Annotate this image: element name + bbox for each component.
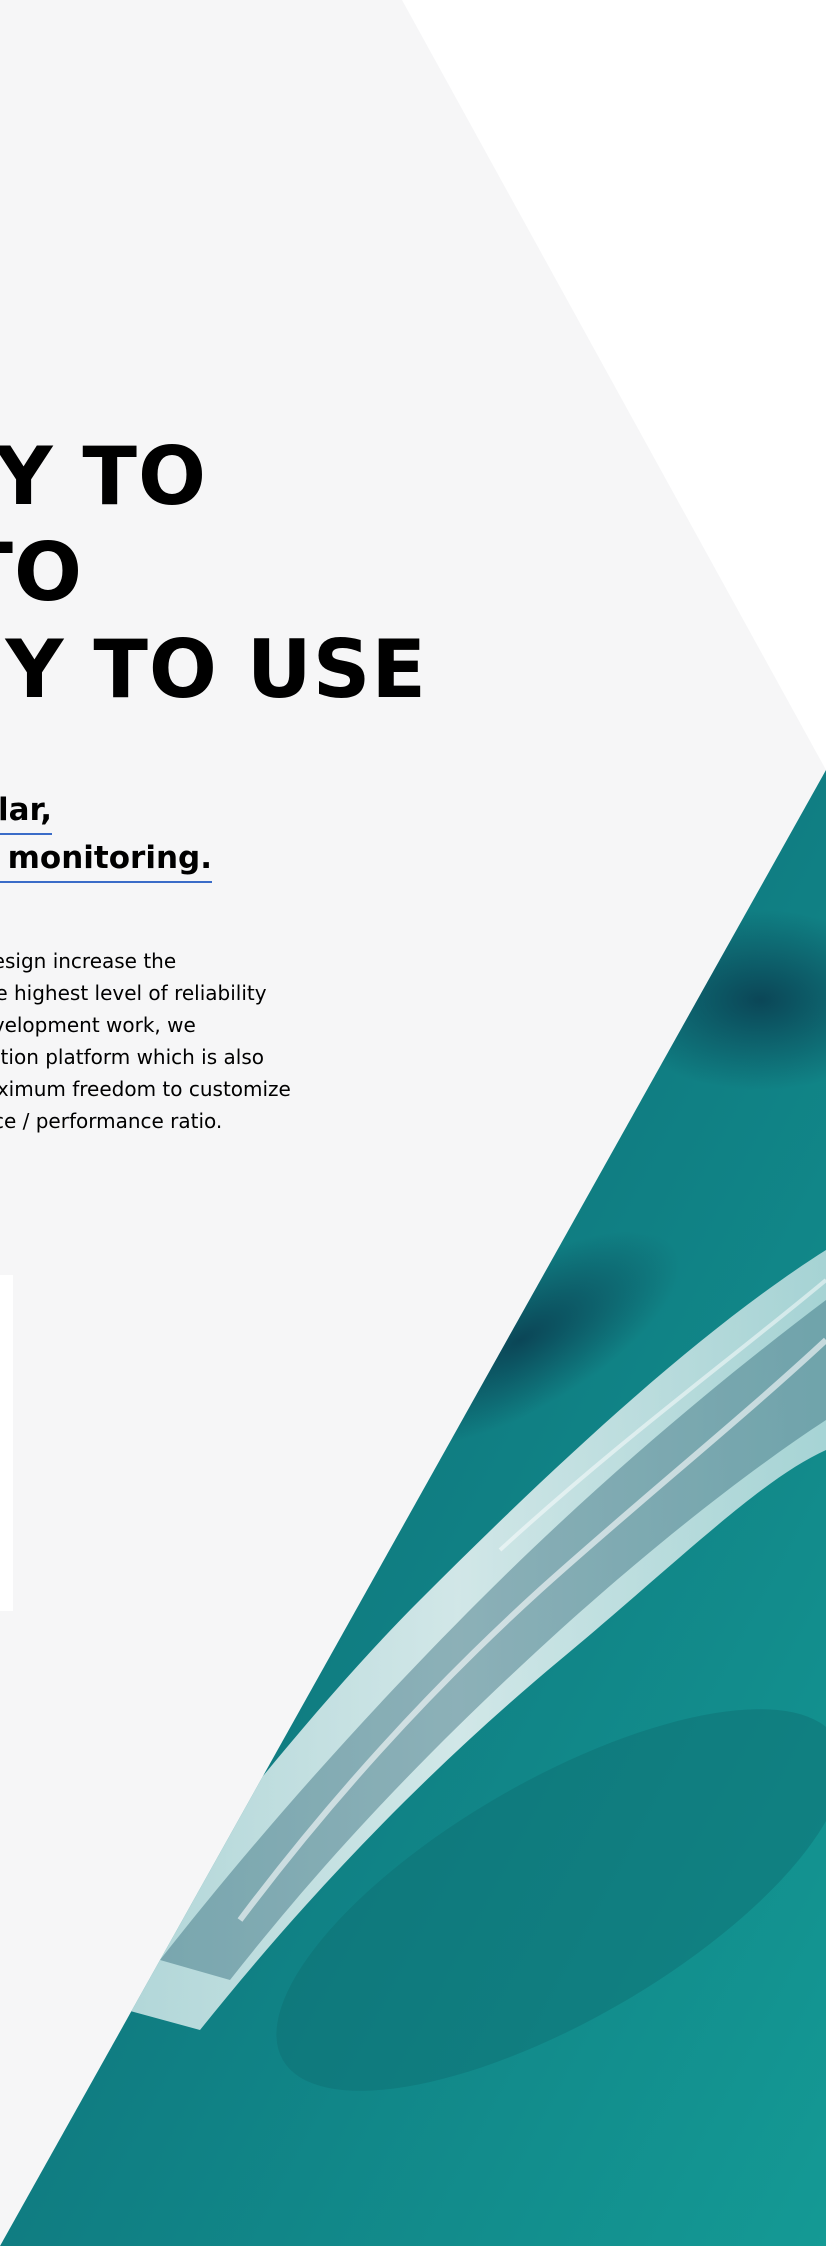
headline-line-3: SY TO USE (0, 623, 427, 716)
headline-line-1: SY TO (0, 430, 207, 523)
headline-line-2: TO (0, 526, 83, 619)
body-line: mentation platform which is also (0, 1045, 264, 1069)
body-line: ve price / performance ratio. (0, 1109, 223, 1133)
card-edge (0, 1275, 13, 1611)
body-line: and design increase the (0, 949, 177, 973)
hero-body-text: and design increase the tee the highest … (0, 945, 356, 1137)
body-line: es maximum freedom to customize (0, 1077, 291, 1101)
subheading-link-1[interactable]: lar, (0, 792, 52, 836)
page: SY TO TO SY TO USE lar, e monitoring. an… (0, 0, 826, 2246)
subheading-link-2[interactable]: e monitoring. (0, 840, 212, 884)
body-line: tee the highest level of reliability (0, 981, 267, 1005)
body-line: nd development work, we (0, 1013, 196, 1037)
